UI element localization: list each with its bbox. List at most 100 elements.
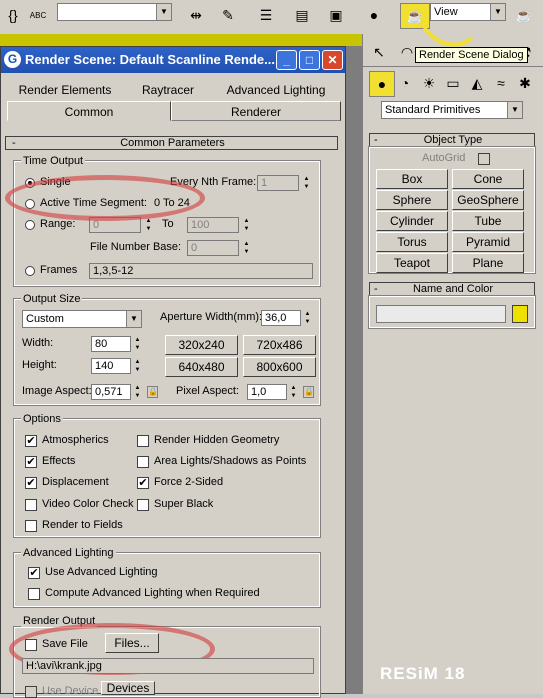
quick-render-icon[interactable]: ☕ [512,3,536,27]
range-radio[interactable] [25,220,35,230]
selection-set-combo[interactable]: ▼ [57,3,172,21]
shapes-icon[interactable]: ◔ [393,71,417,95]
autogrid-checkbox[interactable] [478,153,490,165]
mirror-icon[interactable]: ⇹ [184,3,208,27]
box-button[interactable]: Box [376,169,448,189]
aperture-width-spinner[interactable]: ▲ ▼ [303,310,312,326]
render-type-combo[interactable]: View ▼ [430,3,506,21]
image-aspect-field[interactable]: 0,571 [91,384,131,400]
image-aspect-spinner[interactable]: ▲ ▼ [133,384,142,400]
compute-advanced-lighting-checkbox[interactable] [28,588,40,600]
file-number-base-field[interactable]: 0 [187,240,239,256]
width-spinner[interactable]: ▲ ▼ [133,336,142,352]
align-icon[interactable]: ✎ [216,3,240,27]
tab-render-elements[interactable]: Render Elements [7,80,123,100]
teapot-button[interactable]: Teapot [376,253,448,273]
tab-common[interactable]: Common [7,101,171,121]
use-device-label: Use Device [42,685,99,697]
video-color-check-checkbox[interactable] [25,499,37,511]
preset-320x240-button[interactable]: 320x240 [165,335,238,355]
every-nth-spinner[interactable]: ▲ ▼ [302,175,311,191]
every-nth-field[interactable]: 1 [257,175,299,191]
use-advanced-lighting-checkbox[interactable]: ✔ [28,567,40,579]
output-size-preset-value: Custom [26,313,64,325]
preset-800x600-button[interactable]: 800x600 [243,357,316,377]
time-output-title: Time Output [21,155,86,167]
frames-radio[interactable] [25,266,35,276]
geometry-icon[interactable]: ● [369,71,395,97]
material-editor-icon[interactable]: ● [362,3,386,27]
height-spinner[interactable]: ▲ ▼ [133,358,142,374]
image-aspect-label: Image Aspect: [22,385,92,397]
object-name-field[interactable] [376,305,506,323]
range-to-field[interactable]: 100 [187,217,239,233]
object-color-swatch[interactable] [512,305,528,323]
pixel-aspect-lock-icon[interactable]: 🔒 [303,386,314,398]
common-parameters-rollout-header[interactable]: - Common Parameters [5,136,338,150]
tab-advanced-lighting[interactable]: Advanced Lighting [213,80,339,100]
use-device-checkbox[interactable] [25,686,37,698]
schematic-view-icon[interactable]: ▣ [324,3,348,27]
helpers-icon[interactable]: ◭ [465,71,489,95]
brace-icon[interactable]: {} [2,3,24,27]
aperture-width-field[interactable]: 36,0 [261,310,301,326]
torus-button[interactable]: Torus [376,232,448,252]
dialog-title: Render Scene: Default Scanline Rende... [25,52,275,67]
displacement-checkbox[interactable]: ✔ [25,477,37,489]
lights-icon[interactable]: ☀ [417,71,441,95]
tooltip: Render Scene Dialog [415,47,528,63]
output-path-field[interactable]: H:\avi\krank.jpg [22,658,314,674]
effects-checkbox[interactable]: ✔ [25,456,37,468]
cameras-icon[interactable]: ▭ [441,71,465,95]
force-2-sided-checkbox[interactable]: ✔ [137,477,149,489]
cylinder-button[interactable]: Cylinder [376,211,448,231]
output-size-title: Output Size [21,293,83,305]
systems-icon[interactable]: ✱ [513,71,537,95]
options-title: Options [21,413,63,425]
atmospherics-checkbox[interactable]: ✔ [25,435,37,447]
plane-button[interactable]: Plane [452,253,524,273]
pixel-aspect-spinner[interactable]: ▲ ▼ [289,384,298,400]
preset-720x486-button[interactable]: 720x486 [243,335,316,355]
space-warps-icon[interactable]: ≈ [489,71,513,95]
pixel-aspect-field[interactable]: 1,0 [247,384,287,400]
height-field[interactable]: 140 [91,358,131,374]
sphere-button[interactable]: Sphere [376,190,448,210]
dialog-titlebar[interactable]: G Render Scene: Default Scanline Rende..… [1,47,345,73]
preset-640x480-button[interactable]: 640x480 [165,357,238,377]
render-to-fields-checkbox[interactable] [25,520,37,532]
create-category-bar: ● ◔ ☀ ▭ ◭ ≈ ✱ [363,70,543,97]
range-to-spinner[interactable]: ▲ ▼ [242,217,251,233]
width-field[interactable]: 80 [91,336,131,352]
frames-field[interactable]: 1,3,5-12 [89,263,313,279]
curve-editor-icon[interactable]: ▤ [290,3,314,27]
range-from-spinner[interactable]: ▲ ▼ [144,217,153,233]
layers-icon[interactable]: ☰ [254,3,278,27]
output-size-preset-combo[interactable]: Custom ▼ [22,310,142,328]
render-hidden-geometry-label: Render Hidden Geometry [154,434,280,446]
object-type-rollout-header[interactable]: - Object Type [369,133,535,147]
super-black-checkbox[interactable] [137,499,149,511]
image-aspect-lock-icon[interactable]: 🔒 [147,386,158,398]
tab-renderer[interactable]: Renderer [171,101,341,121]
tab-raytracer[interactable]: Raytracer [123,80,213,100]
file-number-base-spinner[interactable]: ▲ ▼ [242,240,251,256]
tube-button[interactable]: Tube [452,211,524,231]
geosphere-button[interactable]: GeoSphere [452,190,524,210]
aperture-width-label: Aperture Width(mm): [160,311,263,323]
common-parameters-title: Common Parameters [120,137,225,149]
maximize-button[interactable]: □ [299,50,320,70]
render-hidden-geometry-checkbox[interactable] [137,435,149,447]
area-lights-shadows-checkbox[interactable] [137,456,149,468]
render-scene-dialog: G Render Scene: Default Scanline Rende..… [0,46,346,698]
name-color-rollout-header[interactable]: - Name and Color [369,282,535,296]
devices-button[interactable]: Devices [101,681,155,695]
close-button[interactable]: ✕ [322,50,343,70]
spell-check-button[interactable]: ABC [26,3,50,27]
primitive-category-combo[interactable]: Standard Primitives ▼ [381,101,523,119]
pyramid-button[interactable]: Pyramid [452,232,524,252]
area-lights-shadows-label: Area Lights/Shadows as Points [154,455,307,467]
minimize-button[interactable]: _ [276,50,297,70]
cone-button[interactable]: Cone [452,169,524,189]
create-tab-icon[interactable]: ↖ [367,40,391,64]
